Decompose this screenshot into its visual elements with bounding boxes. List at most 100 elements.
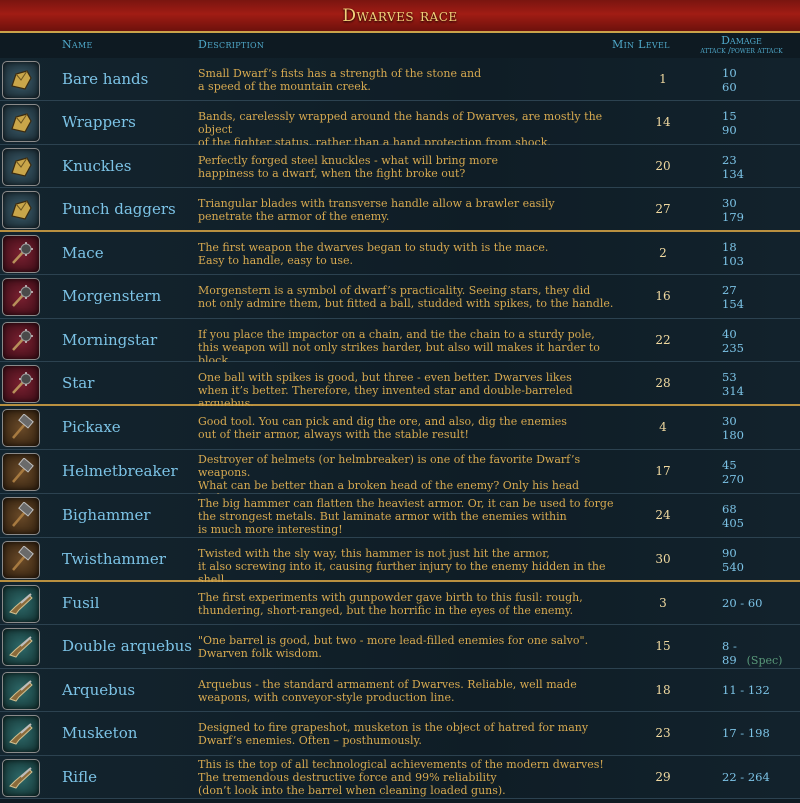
attack-value: 90 (722, 546, 737, 560)
min-level-value: 29 (655, 770, 671, 784)
table-row[interactable]: Arquebus Arquebus - the standard armament… (0, 669, 800, 712)
hammer-weapon-icon (2, 453, 40, 491)
min-level-value: 27 (655, 202, 671, 216)
weapon-name: Helmetbreaker (62, 462, 178, 480)
power-attack-value: 180 (722, 428, 744, 442)
power-attack-value: 314 (722, 384, 744, 398)
hammer-weapon-icon (2, 409, 40, 447)
damage-values: 11 - 132 (722, 683, 770, 697)
header-damage-title: Damage (721, 34, 762, 47)
table-header: Name Description Min Level Damage attack… (0, 33, 800, 59)
spec-label: (Spec) (746, 654, 783, 667)
min-level-value: 20 (655, 159, 671, 173)
hammer-weapon-icon (2, 541, 40, 579)
attack-value: 40 (722, 327, 737, 341)
damage-values: 90 540 (722, 546, 744, 574)
gun-weapon-icon (2, 715, 40, 753)
fist-weapon-icon (2, 148, 40, 186)
min-level-value: 18 (655, 683, 671, 697)
attack-value: 30 (722, 196, 737, 210)
table-row[interactable]: Double arquebus "One barrel is good, but … (0, 625, 800, 669)
power-attack-value: 405 (722, 516, 744, 530)
table-row[interactable]: Morgenstern Morgenstern is a symbol of dw… (0, 275, 800, 319)
min-level-value: 16 (655, 289, 671, 303)
table-row[interactable]: Morningstar If you place the impactor on … (0, 319, 800, 367)
table-row[interactable]: Bighammer The big hammer can flatten the … (0, 494, 800, 538)
gun-weapon-icon (2, 628, 40, 666)
attack-value: 45 (722, 458, 737, 472)
damage-values: 22 - 264 (722, 770, 770, 784)
table-row[interactable]: Musketon Designed to fire grapeshot, musk… (0, 712, 800, 756)
table-row[interactable]: Mace The first weapon the dwarves began t… (0, 232, 800, 275)
power-attack-value: 270 (722, 472, 744, 486)
header-name: Name (62, 38, 93, 51)
weapon-description: Morgenstern is a symbol of dwarf’s pract… (198, 284, 614, 310)
weapon-name: Rifle (62, 768, 97, 786)
weapon-description: This is the top of all technological ach… (198, 758, 604, 797)
weapon-description: Small Dwarf’s fists has a strength of th… (198, 67, 482, 93)
damage-values: 15 90 (722, 109, 737, 137)
weapon-name: Star (62, 374, 95, 392)
attack-value: 53 (722, 370, 737, 384)
weapon-description: Good tool. You can pick and dig the ore,… (198, 415, 567, 441)
weapon-name: Musketon (62, 724, 138, 742)
weapon-description: The first weapon the dwarves began to st… (198, 241, 549, 267)
weapon-name: Double arquebus (62, 637, 192, 655)
weapon-name: Wrappers (62, 113, 136, 131)
mace-weapon-icon (2, 278, 40, 316)
table-row[interactable]: Pickaxe Good tool. You can pick and dig t… (0, 406, 800, 450)
power-attack-value: 90 (722, 123, 737, 137)
min-level-value: 4 (659, 420, 667, 434)
attack-value: 68 (722, 502, 737, 516)
weapon-description: Bands, carelessly wrapped around the han… (198, 110, 603, 149)
attack-value: 27 (722, 283, 737, 297)
header-description: Description (198, 38, 265, 51)
mace-weapon-icon (2, 235, 40, 273)
header-min-level: Min Level (612, 38, 670, 51)
table-row[interactable]: Fusil The first experiments with gunpowde… (0, 582, 800, 625)
weapon-description: Twisted with the sly way, this hammer is… (198, 547, 606, 586)
damage-values: 10 60 (722, 66, 737, 94)
weapon-name: Knuckles (62, 157, 132, 175)
min-level-value: 14 (655, 115, 671, 129)
weapon-name: Twisthammer (62, 550, 166, 568)
weapon-name: Bare hands (62, 70, 149, 88)
attack-value: 10 (722, 66, 737, 80)
power-attack-value: 540 (722, 560, 744, 574)
table-row[interactable]: Punch daggers Triangular blades with tran… (0, 188, 800, 232)
min-level-value: 30 (655, 552, 671, 566)
weapon-name: Mace (62, 244, 104, 262)
weapon-name: Morningstar (62, 331, 158, 349)
weapon-description: Designed to fire grapeshot, musketon is … (198, 721, 589, 747)
gun-weapon-icon (2, 585, 40, 623)
weapon-description: "One barrel is good, but two - more lead… (198, 634, 589, 660)
table-row[interactable]: Bare hands Small Dwarf’s fists has a stre… (0, 58, 800, 101)
damage-values: 20 - 60 (722, 596, 762, 610)
table-row[interactable]: Rifle This is the top of all technologica… (0, 756, 800, 799)
fist-weapon-icon (2, 191, 40, 229)
damage-values: 45 270 (722, 458, 744, 486)
weapon-description: The big hammer can flatten the heaviest … (198, 497, 614, 536)
power-attack-value: 154 (722, 297, 744, 311)
damage-values: 53 314 (722, 370, 744, 398)
title-bar: Dwarves race (0, 0, 800, 33)
attack-value: 30 (722, 414, 737, 428)
weapon-name: Punch daggers (62, 200, 176, 218)
damage-values: 8 - 89 (Spec) (722, 639, 800, 668)
table-row[interactable]: Helmetbreaker Destroyer of helmets (or he… (0, 450, 800, 518)
attack-value: 15 (722, 109, 737, 123)
mace-weapon-icon (2, 365, 40, 403)
weapon-description: The first experiments with gunpowder gav… (198, 591, 583, 617)
table-row[interactable]: Twisthammer Twisted with the sly way, thi… (0, 538, 800, 586)
damage-values: 40 235 (722, 327, 744, 355)
table-row[interactable]: Knuckles Perfectly forged steel knuckles … (0, 145, 800, 188)
min-level-value: 3 (659, 596, 667, 610)
table-row[interactable]: Wrappers Bands, carelessly wrapped around… (0, 101, 800, 149)
table-row[interactable]: Star One ball with spikes is good, but th… (0, 362, 800, 410)
attack-value: 18 (722, 240, 737, 254)
page-title: Dwarves race (342, 5, 458, 26)
hammer-weapon-icon (2, 497, 40, 535)
damage-values: 23 134 (722, 153, 744, 181)
attack-value: 20 - 60 (722, 596, 763, 610)
min-level-value: 1 (659, 72, 667, 86)
